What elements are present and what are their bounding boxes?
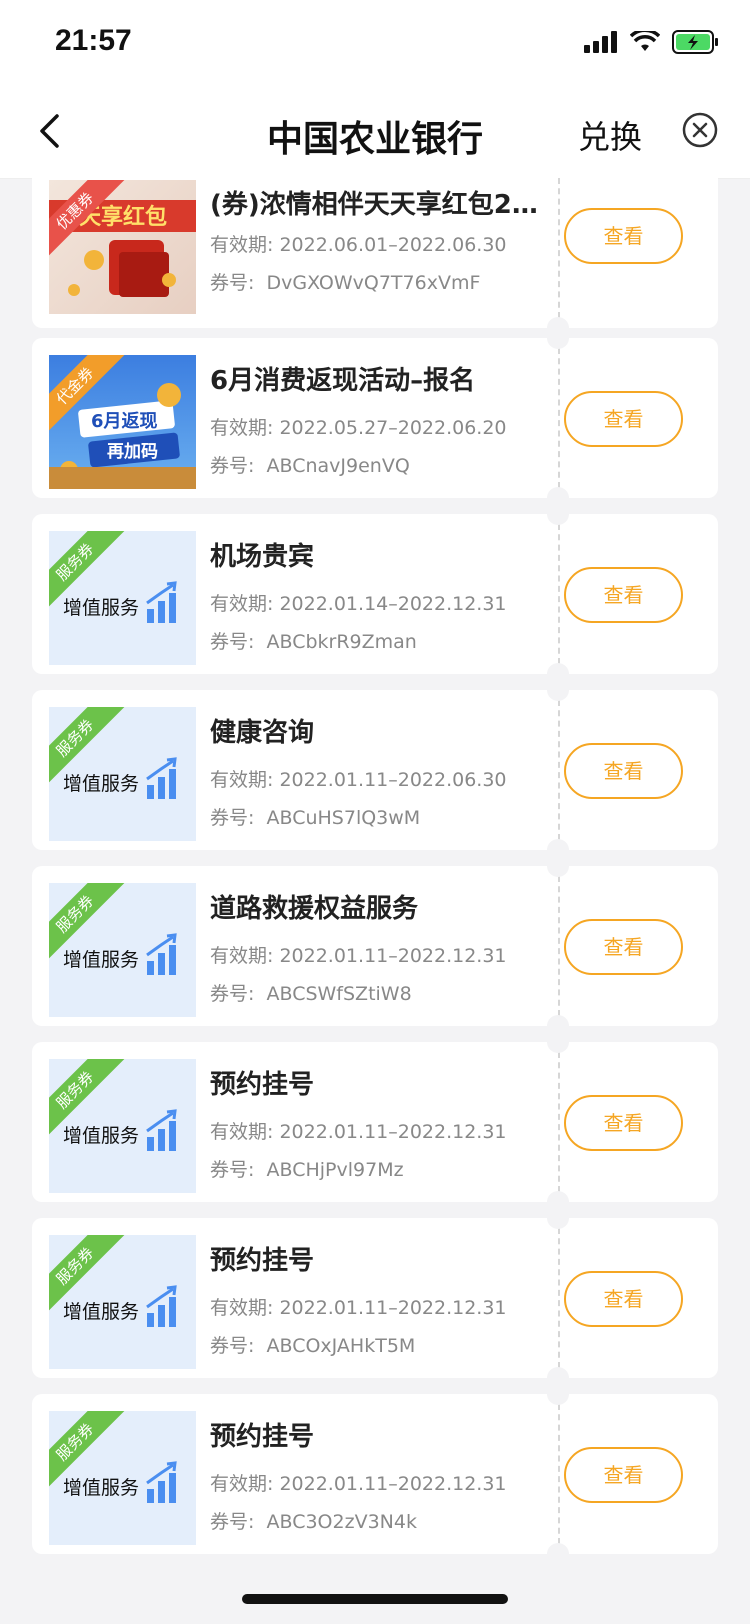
coupon-title: 预约挂号 <box>210 1422 315 1452</box>
view-button[interactable]: 查看 <box>564 919 683 975</box>
view-button[interactable]: 查看 <box>564 1447 683 1503</box>
coupon-code: 券号: ABCuHS7lQ3wM <box>210 807 421 829</box>
view-button[interactable]: 查看 <box>564 391 683 447</box>
exchange-button[interactable]: 兑换 <box>578 112 642 158</box>
card-divider <box>558 348 560 488</box>
wifi-icon <box>630 31 660 51</box>
coupon-title: 预约挂号 <box>210 1246 315 1276</box>
card-divider <box>558 178 560 318</box>
signal-icon <box>584 31 617 53</box>
svg-text:6月返现: 6月返现 <box>91 411 158 432</box>
growth-chart-icon <box>146 1109 177 1151</box>
coupon-title: 机场贵宾 <box>210 542 315 572</box>
service-label: 增值服务 <box>63 1477 140 1499</box>
coupon-title: (券)浓情相伴天天享红包2... <box>210 190 540 220</box>
growth-chart-icon <box>146 933 177 975</box>
view-button[interactable]: 查看 <box>564 567 683 623</box>
coupon-card[interactable]: 服务券 增值服务 道路救援权益服务 有效期: 2022.01.11–2022.1… <box>32 855 718 1037</box>
status-bar: 21:57 <box>0 0 750 88</box>
coupon-title: 预约挂号 <box>210 1070 315 1100</box>
coupon-valid: 有效期: 2022.01.11–2022.06.30 <box>210 769 507 791</box>
coupon-card[interactable]: 服务券 增值服务 机场贵宾 有效期: 2022.01.14–2022.12.31… <box>32 503 718 685</box>
coupon-image: 服务券 增值服务 <box>49 707 196 841</box>
svg-text:再加码: 再加码 <box>107 442 158 462</box>
coupon-code: 券号: ABCHjPvl97Mz <box>210 1159 404 1181</box>
coupon-card[interactable]: 服务券 增值服务 预约挂号 有效期: 2022.01.11–2022.12.31… <box>32 1031 718 1213</box>
coupon-code: 券号: ABCOxJAHkT5M <box>210 1335 416 1357</box>
home-indicator[interactable] <box>242 1594 508 1604</box>
coupon-valid: 有效期: 2022.01.14–2022.12.31 <box>210 593 507 615</box>
coupon-card[interactable]: 服务券 增值服务 健康咨询 有效期: 2022.01.11–2022.06.30… <box>32 679 718 861</box>
coupon-title: 健康咨询 <box>210 718 315 748</box>
close-circle-icon <box>682 112 718 148</box>
view-button[interactable]: 查看 <box>564 208 683 264</box>
growth-chart-icon <box>146 581 177 623</box>
coupon-card[interactable]: 天享红包 优惠券 (券)浓情相伴天天享红包2... 有效期: 2022.06.0… <box>32 168 718 339</box>
coupon-valid: 有效期: 2022.05.27–2022.06.20 <box>210 417 507 439</box>
view-button[interactable]: 查看 <box>564 743 683 799</box>
battery-icon <box>672 30 718 54</box>
coupon-valid: 有效期: 2022.01.11–2022.12.31 <box>210 1297 507 1319</box>
coupon-title: 道路救援权益服务 <box>210 894 419 924</box>
growth-chart-icon <box>146 1285 177 1327</box>
coupon-image: 天享红包 优惠券 <box>49 180 196 314</box>
nav-bar: 中国农业银行 兑换 <box>0 88 750 179</box>
coupon-card[interactable]: 6月返现 再加码 代金券 6月消费返现活动–报名 有效期: 2022.05.27… <box>32 327 718 509</box>
view-button[interactable]: 查看 <box>564 1271 683 1327</box>
coupon-card[interactable]: 服务券 增值服务 预约挂号 有效期: 2022.01.11–2022.12.31… <box>32 1207 718 1389</box>
coupon-valid: 有效期: 2022.01.11–2022.12.31 <box>210 945 507 967</box>
service-label: 增值服务 <box>63 1301 140 1323</box>
coupon-image: 服务券 增值服务 <box>49 1235 196 1369</box>
coupon-title: 6月消费返现活动–报名 <box>210 366 476 396</box>
coupon-image: 服务券 增值服务 <box>49 1059 196 1193</box>
coupon-image: 服务券 增值服务 <box>49 883 196 1017</box>
close-button[interactable] <box>680 110 720 150</box>
service-label: 增值服务 <box>63 949 140 971</box>
coupon-code: 券号: ABCnavJ9enVQ <box>210 455 410 477</box>
status-time: 21:57 <box>55 24 132 57</box>
service-label: 增值服务 <box>63 773 140 795</box>
coupon-code: 券号: ABCSWfSZtiW8 <box>210 983 412 1005</box>
coupon-image: 服务券 增值服务 <box>49 1411 196 1545</box>
coupon-code: 券号: ABC3O2zV3N4k <box>210 1511 417 1533</box>
coupon-code: 券号: ABCbkrR9Zman <box>210 631 417 653</box>
status-icons <box>584 30 720 54</box>
coupon-valid: 有效期: 2022.01.11–2022.12.31 <box>210 1473 507 1495</box>
coupon-code: 券号: DvGXOWvQ7T76xVmF <box>210 272 481 294</box>
view-button[interactable]: 查看 <box>564 1095 683 1151</box>
growth-chart-icon <box>146 757 177 799</box>
service-label: 增值服务 <box>63 1125 140 1147</box>
coupon-image: 6月返现 再加码 代金券 <box>49 355 196 489</box>
coupon-valid: 有效期: 2022.06.01–2022.06.30 <box>210 234 507 256</box>
coupon-valid: 有效期: 2022.01.11–2022.12.31 <box>210 1121 507 1143</box>
service-label: 增值服务 <box>63 597 140 619</box>
coupon-image: 服务券 增值服务 <box>49 531 196 665</box>
growth-chart-icon <box>146 1461 177 1503</box>
coupon-card[interactable]: 服务券 增值服务 预约挂号 有效期: 2022.01.11–2022.12.31… <box>32 1383 718 1565</box>
